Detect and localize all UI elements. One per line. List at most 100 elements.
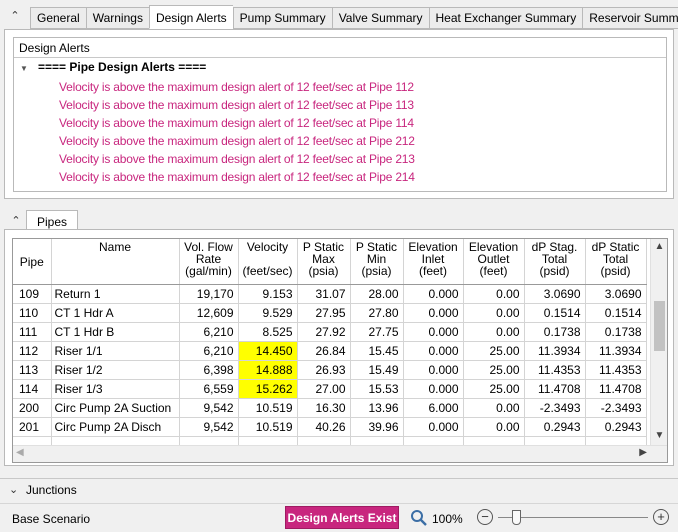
column-header[interactable]: dP Stag. Total (psid): [524, 239, 586, 285]
table-cell[interactable]: 11.4353: [524, 360, 586, 380]
table-cell[interactable]: 15.53: [350, 379, 404, 399]
scroll-left-icon[interactable]: ◀: [16, 447, 24, 458]
table-cell[interactable]: 14.888: [238, 360, 298, 380]
alert-item[interactable]: Velocity is above the maximum design ale…: [59, 78, 415, 96]
table-cell[interactable]: 8.525: [238, 322, 298, 342]
table-cell[interactable]: 15.49: [350, 360, 404, 380]
table-row[interactable]: 110 CT 1 Hdr A 12,609 9.529 27.95 27.80 0.000 0…: [13, 303, 647, 323]
table-cell[interactable]: 0.000: [403, 341, 464, 361]
table-cell[interactable]: 27.00: [297, 379, 351, 399]
table-cell[interactable]: 9.153: [238, 284, 298, 304]
alert-item[interactable]: Velocity is above the maximum design ale…: [59, 132, 415, 150]
table-cell[interactable]: 0.2943: [524, 417, 586, 437]
table-cell[interactable]: 6,559: [179, 379, 239, 399]
table-cell[interactable]: Circ Pump 2A Disch: [51, 417, 180, 437]
scroll-thumb[interactable]: [654, 301, 665, 351]
column-header[interactable]: P Static Max (psia): [297, 239, 351, 285]
tab-general[interactable]: General: [30, 7, 86, 29]
table-cell[interactable]: 0.1738: [585, 322, 647, 342]
table-cell[interactable]: 9.529: [238, 303, 298, 323]
design-alerts-exist-badge[interactable]: Design Alerts Exist: [285, 506, 399, 529]
table-cell[interactable]: 14.450: [238, 341, 298, 361]
table-cell[interactable]: 3.0690: [585, 284, 647, 304]
table-row[interactable]: 109 Return 1 19,170 9.153 31.07 28.00 0.000 0.0…: [13, 284, 647, 304]
table-cell[interactable]: 11.4708: [585, 379, 647, 399]
table-cell[interactable]: CT 1 Hdr B: [51, 322, 180, 342]
table-cell[interactable]: 0.1514: [585, 303, 647, 323]
table-cell[interactable]: 26.84: [297, 341, 351, 361]
table-cell[interactable]: 26.93: [297, 360, 351, 380]
table-row[interactable]: 201 Circ Pump 2A Disch 9,542 10.519 40.26 39.…: [13, 417, 647, 437]
table-cell[interactable]: 19,170: [179, 284, 239, 304]
scroll-down-icon[interactable]: ▼: [651, 430, 667, 444]
table-cell[interactable]: 15.45: [350, 341, 404, 361]
table-cell[interactable]: 27.92: [297, 322, 351, 342]
table-cell[interactable]: 25.00: [463, 360, 525, 380]
table-cell[interactable]: 11.3934: [585, 341, 647, 361]
table-cell[interactable]: 0.000: [403, 284, 464, 304]
horizontal-scrollbar[interactable]: ◀ ▶: [13, 445, 667, 462]
table-cell[interactable]: Riser 1/3: [51, 379, 180, 399]
table-cell[interactable]: 112: [13, 341, 52, 361]
pipe-design-alerts-header[interactable]: ▼ ==== Pipe Design Alerts ====: [20, 60, 206, 74]
alert-item[interactable]: Velocity is above the maximum design ale…: [59, 96, 415, 114]
table-cell[interactable]: 6,210: [179, 341, 239, 361]
table-cell[interactable]: Circ Pump 2A Suction: [51, 398, 180, 418]
scroll-right-icon[interactable]: ▶: [639, 447, 647, 458]
table-cell[interactable]: 25.00: [463, 379, 525, 399]
tab-warnings[interactable]: Warnings: [85, 7, 149, 29]
tab-heat-exchanger-summary[interactable]: Heat Exchanger Summary: [428, 7, 583, 29]
table-row[interactable]: 113 Riser 1/2 6,398 14.888 26.93 15.49 0.000 25…: [13, 360, 647, 380]
table-cell[interactable]: 40.26: [297, 417, 351, 437]
table-cell[interactable]: 39.96: [350, 417, 404, 437]
zoom-in-icon[interactable]: +: [653, 509, 669, 525]
table-row[interactable]: 200 Circ Pump 2A Suction 9,542 10.519 16.30 1…: [13, 398, 647, 418]
column-header[interactable]: Vol. Flow Rate (gal/min): [179, 239, 239, 285]
expand-down-icon[interactable]: ⌄: [9, 483, 18, 496]
table-cell[interactable]: 6,398: [179, 360, 239, 380]
alert-item[interactable]: Velocity is above the maximum design ale…: [59, 114, 415, 132]
table-cell[interactable]: 201: [13, 417, 52, 437]
scroll-up-icon[interactable]: ▲: [651, 241, 667, 255]
tab-reservoir-summary[interactable]: Reservoir Summary: [582, 7, 678, 29]
table-cell[interactable]: 27.80: [350, 303, 404, 323]
collapse-up-icon[interactable]: ⌃: [9, 214, 23, 228]
zoom-slider-handle[interactable]: [512, 510, 521, 525]
column-header[interactable]: Elevation Inlet (feet): [403, 239, 464, 285]
table-cell[interactable]: 111: [13, 322, 52, 342]
table-cell[interactable]: 109: [13, 284, 52, 304]
column-header[interactable]: Elevation Outlet (feet): [463, 239, 525, 285]
alert-item[interactable]: Velocity is above the maximum design ale…: [59, 168, 415, 186]
table-cell[interactable]: 9,542: [179, 398, 239, 418]
table-cell[interactable]: 10.519: [238, 398, 298, 418]
table-cell[interactable]: 16.30: [297, 398, 351, 418]
table-cell[interactable]: 0.00: [463, 322, 525, 342]
tab-pump-summary[interactable]: Pump Summary: [232, 7, 332, 29]
table-cell[interactable]: 25.00: [463, 341, 525, 361]
table-cell[interactable]: 6.000: [403, 398, 464, 418]
table-cell[interactable]: 0.00: [463, 303, 525, 323]
table-cell[interactable]: 0.2943: [585, 417, 647, 437]
tab-design-alerts[interactable]: Design Alerts: [148, 5, 233, 29]
table-cell[interactable]: 0.00: [463, 398, 525, 418]
table-cell[interactable]: 0.000: [403, 322, 464, 342]
junctions-section[interactable]: ⌄ Junctions: [0, 478, 678, 500]
table-cell[interactable]: 200: [13, 398, 52, 418]
table-cell[interactable]: Return 1: [51, 284, 180, 304]
table-cell[interactable]: 114: [13, 379, 52, 399]
table-cell[interactable]: -2.3493: [524, 398, 586, 418]
table-cell[interactable]: 0.00: [463, 284, 525, 304]
table-cell[interactable]: 11.3934: [524, 341, 586, 361]
collapse-up-icon[interactable]: ⌃: [8, 9, 22, 23]
table-cell[interactable]: 31.07: [297, 284, 351, 304]
table-cell[interactable]: 3.0690: [524, 284, 586, 304]
tab-valve-summary[interactable]: Valve Summary: [331, 7, 429, 29]
table-cell[interactable]: 0.000: [403, 360, 464, 380]
alert-item[interactable]: Velocity is above the maximum design ale…: [59, 150, 415, 168]
column-header[interactable]: Velocity (feet/sec): [238, 239, 298, 285]
column-header[interactable]: P Static Min (psia): [350, 239, 404, 285]
table-cell[interactable]: 6,210: [179, 322, 239, 342]
table-cell[interactable]: 0.000: [403, 303, 464, 323]
table-cell[interactable]: 27.95: [297, 303, 351, 323]
zoom-out-icon[interactable]: −: [477, 509, 493, 525]
